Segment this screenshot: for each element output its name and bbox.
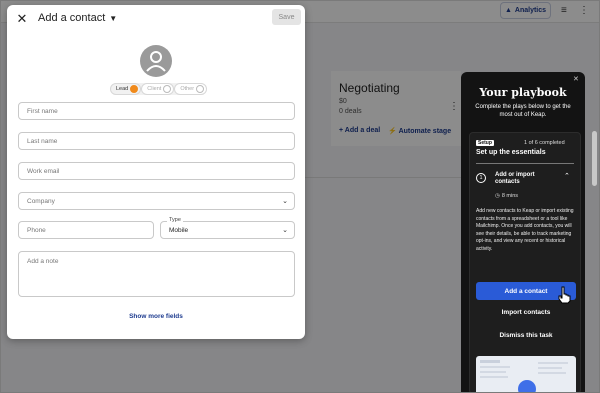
last-name-placeholder: Last name <box>27 137 58 145</box>
modal-title[interactable]: Add a contact ▼ <box>38 12 117 24</box>
radio-icon <box>196 85 205 93</box>
step-time-text: 8 mins <box>501 193 519 199</box>
show-more-fields-link[interactable]: Show more fields <box>7 313 305 320</box>
person-icon <box>146 51 166 72</box>
clock-icon: ◷ <box>495 193 500 199</box>
type-option-other[interactable]: Other <box>174 83 208 95</box>
step-title[interactable]: Add or import contacts <box>495 172 555 186</box>
step-description: Add new contacts to Keap or import exist… <box>476 208 574 252</box>
first-name-field[interactable]: First name <box>18 102 295 120</box>
type-option-client[interactable]: Client <box>141 83 175 95</box>
company-select[interactable]: Company ⌄ <box>18 192 295 210</box>
first-name-placeholder: First name <box>27 107 58 115</box>
type-label-client: Client <box>147 86 162 92</box>
phone-type-select[interactable]: Type Mobile ⌄ <box>160 217 295 239</box>
chevron-down-icon: ▼ <box>109 13 118 23</box>
dismiss-task-link[interactable]: Dismiss this task <box>470 332 582 339</box>
close-icon[interactable]: ✕ <box>15 11 29 27</box>
setup-title: Set up the essentials <box>476 149 546 156</box>
save-button[interactable]: Save <box>272 9 301 25</box>
contact-type-toggle: Lead Client Other <box>110 83 208 95</box>
hand-cursor-icon <box>558 286 571 304</box>
step-time: ◷ 8 mins <box>495 193 518 199</box>
playbook-panel: ✕ Your playbook Complete the plays below… <box>461 72 585 392</box>
company-placeholder: Company <box>27 197 55 205</box>
divider <box>476 163 574 164</box>
modal-title-text: Add a contact <box>38 12 106 24</box>
phone-type-value: Mobile <box>169 226 189 234</box>
note-placeholder: Add a note <box>27 258 59 265</box>
setup-section: Setup 1 of 6 completed Set up the essent… <box>469 132 582 392</box>
work-email-placeholder: Work email <box>27 167 60 175</box>
close-icon[interactable]: ✕ <box>573 75 579 83</box>
add-contact-modal: ✕ Add a contact ▼ Save Lead Client Other <box>7 5 305 339</box>
chevron-down-icon: ⌄ <box>282 227 288 234</box>
type-label-lead: Lead <box>116 86 129 92</box>
tutorial-video-thumbnail[interactable] <box>476 356 576 392</box>
progress-text: 1 of 6 completed <box>524 140 565 146</box>
last-name-field[interactable]: Last name <box>18 132 295 150</box>
phone-field[interactable]: Phone <box>18 221 154 239</box>
setup-badge: Setup <box>476 140 494 146</box>
import-contacts-link[interactable]: Import contacts <box>470 309 582 316</box>
playbook-title: Your playbook <box>479 86 567 99</box>
work-email-field[interactable]: Work email <box>18 162 295 180</box>
chevron-up-icon[interactable]: ⌃ <box>564 172 570 180</box>
note-field[interactable]: Add a note <box>18 251 295 297</box>
type-label: Type <box>167 217 183 223</box>
playbook-subtitle: Complete the plays below to get the most… <box>475 104 571 118</box>
avatar[interactable] <box>140 45 172 77</box>
app-window: ▲ Analytics ≡ ⋮ Negotiating $0 0 deals ⋮… <box>0 0 600 393</box>
play-icon[interactable] <box>518 380 536 392</box>
chevron-down-icon: ⌄ <box>282 198 288 205</box>
radio-selected-icon <box>130 85 139 93</box>
phone-placeholder: Phone <box>27 226 46 234</box>
type-option-lead[interactable]: Lead <box>110 83 142 95</box>
step-number: 1 <box>476 173 486 183</box>
radio-icon <box>163 85 172 93</box>
type-label-other: Other <box>180 86 195 92</box>
scrollbar[interactable] <box>592 131 597 186</box>
